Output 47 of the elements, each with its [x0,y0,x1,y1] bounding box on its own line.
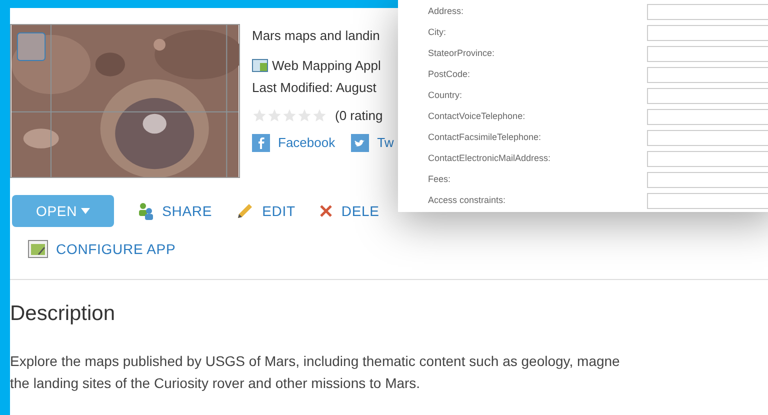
app-icon [28,240,48,258]
bird-icon [351,134,370,152]
input-field[interactable] [647,46,768,62]
field-label: ContactFacsimileTelephone: [428,130,542,144]
item-type: Web Mapping Appl [272,56,381,75]
star-icon [312,108,327,123]
description-text: Explore the maps published by USGS of Mars, including thematic content such as geology, magne the landing sites of the Curiosity rover and other missions to Mars. [10,352,621,393]
facebook-icon [252,134,270,152]
pencil-icon [236,202,254,220]
people-icon [138,202,154,220]
facebook-link[interactable]: Facebook [252,133,336,152]
cross-icon [319,204,334,218]
field-label: Fees: [428,172,452,186]
field-label: StateorProvince: [428,46,496,60]
delete-button[interactable]: DELE [319,195,380,227]
share-button[interactable]: SHARE [138,195,212,227]
input-field[interactable] [647,4,768,20]
input-field[interactable] [647,130,768,146]
star-icon [252,108,267,123]
input-field[interactable] [647,108,768,124]
star-icon [297,108,312,123]
input-field[interactable] [647,150,768,166]
input-field[interactable] [647,172,768,188]
field-label: Country: [428,88,464,102]
edit-button[interactable]: EDIT [236,195,296,227]
input-field[interactable] [647,88,768,104]
last-modified: Last Modified: August [252,79,378,97]
input-field[interactable] [647,66,768,82]
open-button[interactable]: OPEN [12,195,114,227]
twitter-link[interactable]: Tw [351,133,394,152]
caret-icon [81,208,90,214]
field-label: PostCode: [428,68,472,81]
rating-stars[interactable] [252,108,327,123]
field-label: ContactElectronicMailAddress: [428,152,552,165]
star-icon [282,108,297,123]
field-label: City: [428,26,447,39]
item-title[interactable]: Mars maps and landin [252,26,394,46]
field-label: Address: [428,4,465,18]
rating-count: (0 rating [335,106,383,125]
configure-button[interactable]: CONFIGURE APP [28,233,176,265]
field-label: Access constraints: [428,194,507,207]
field-label: ContactVoiceTelephone: [428,110,526,123]
star-icon [267,108,282,123]
map-app-icon [252,58,268,72]
section-heading: Description [10,301,116,327]
input-field[interactable] [647,24,768,40]
input-field[interactable] [647,192,768,208]
